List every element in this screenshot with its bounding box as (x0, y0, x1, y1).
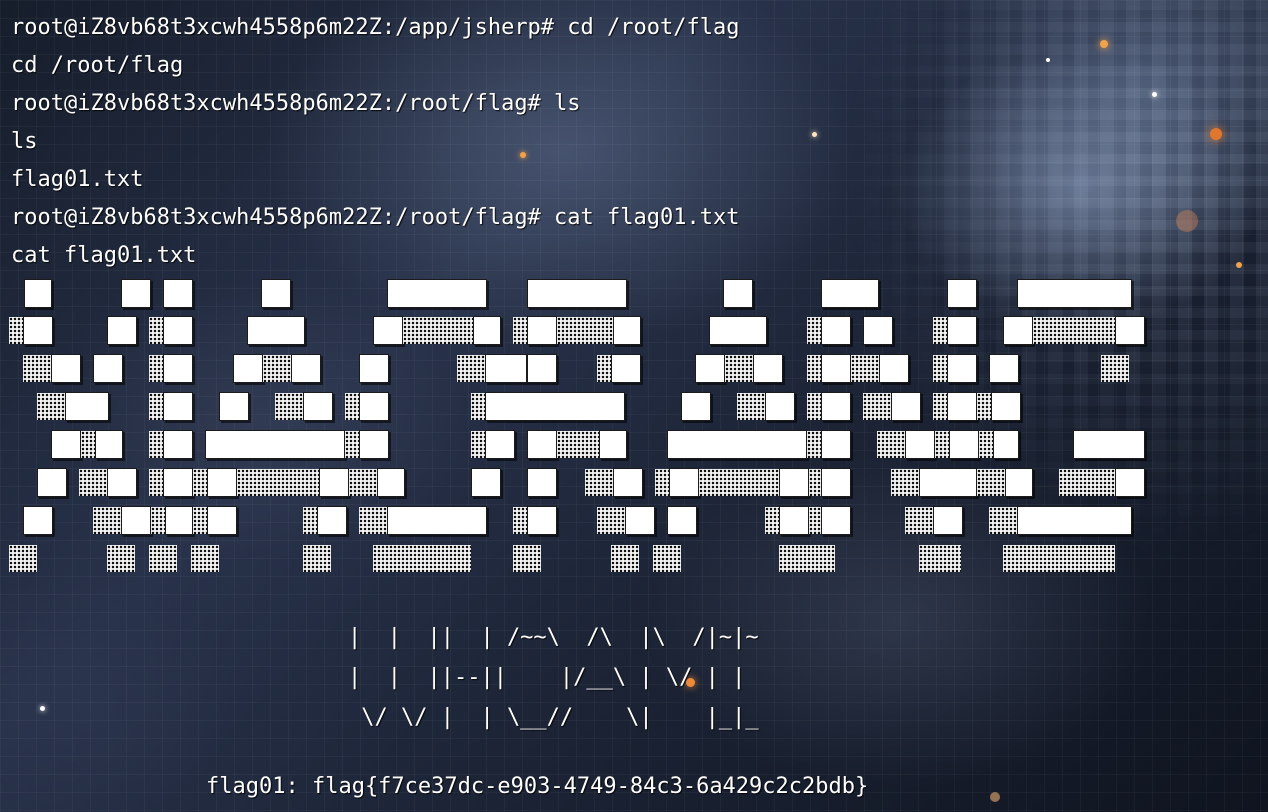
bokeh-light (1100, 40, 1108, 48)
bokeh-light (812, 132, 817, 137)
echo-line-cat: cat flag01.txt (11, 243, 197, 268)
banner-line: | | ||--|| |/__\ | \/ | | (348, 665, 746, 690)
prompt-line-cd: root@iZ8vb68t3xcwh4558p6m22Z:/app/jsherp… (11, 15, 740, 40)
prompt-line-cat: root@iZ8vb68t3xcwh4558p6m22Z:/root/flag#… (11, 205, 740, 230)
ascii-art-row (9, 278, 1154, 308)
ascii-art-row (9, 429, 1154, 459)
ascii-art-row (9, 315, 1154, 345)
ascii-art-row (9, 543, 1154, 573)
ascii-art-row (9, 505, 1154, 535)
bokeh-light (1176, 210, 1198, 232)
bokeh-light (1236, 262, 1242, 268)
ascii-art-row (9, 353, 1154, 383)
bokeh-light (40, 706, 45, 711)
bokeh-light (1210, 128, 1222, 140)
echo-line-cd: cd /root/flag (11, 53, 184, 78)
echo-line-ls: ls (11, 129, 38, 154)
prompt-line-ls: root@iZ8vb68t3xcwh4558p6m22Z:/root/flag#… (11, 91, 581, 116)
output-line-filename: flag01.txt (11, 167, 144, 192)
flag-output: flag01: flag{f7ce37dc-e903-4749-84c3-6a4… (206, 774, 869, 799)
bokeh-light (990, 792, 1000, 802)
terminal-window[interactable]: root@iZ8vb68t3xcwh4558p6m22Z:/app/jsherp… (0, 0, 1268, 812)
banner-line: | | || | /~~\ /\ |\ /|~|~ (348, 625, 759, 650)
wuhaotian-banner: | | || | /~~\ /\ |\ /|~|~ | | ||--|| |/_… (348, 618, 759, 738)
ascii-art-row (9, 467, 1154, 497)
banner-line: \/ \/ | | \__// \| |_|_ (348, 705, 759, 730)
bokeh-light (1152, 92, 1157, 97)
bokeh-light (520, 152, 526, 158)
ascii-art-row (9, 391, 1154, 421)
ascii-art-banner (9, 278, 1154, 576)
bokeh-light (1046, 58, 1050, 62)
